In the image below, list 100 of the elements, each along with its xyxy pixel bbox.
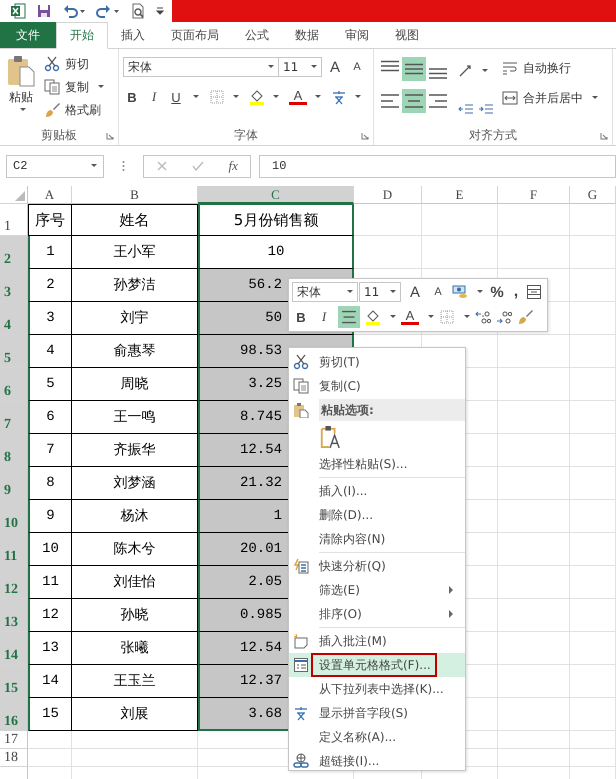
- increase-decimal-icon[interactable]: [496, 309, 512, 325]
- table-cell: 10: [198, 236, 354, 269]
- align-icon[interactable]: [402, 57, 426, 81]
- font-color-button[interactable]: A: [401, 309, 419, 325]
- insert-function-button[interactable]: fx: [228, 158, 238, 174]
- checkmark-icon[interactable]: [192, 160, 204, 172]
- ribbon-tab[interactable]: 数据: [282, 22, 332, 48]
- font-name-dropdown[interactable]: 宋体: [292, 282, 358, 302]
- align-center-icon[interactable]: [338, 305, 360, 329]
- paste-button[interactable]: 粘贴: [4, 55, 38, 125]
- increase-font-button[interactable]: A: [406, 284, 424, 300]
- table-format-icon[interactable]: [526, 284, 542, 300]
- copy-button[interactable]: 复制: [44, 78, 104, 96]
- align-icon[interactable]: [402, 89, 426, 113]
- caret-icon: [91, 164, 97, 168]
- column-header[interactable]: A: [28, 186, 72, 204]
- currency-icon[interactable]: [452, 284, 468, 300]
- print-preview-icon[interactable]: [130, 3, 146, 19]
- italic-button[interactable]: I: [145, 89, 163, 105]
- row-header[interactable]: 2: [0, 236, 28, 269]
- save-icon[interactable]: [36, 3, 52, 19]
- customize-menu-icon[interactable]: [156, 5, 164, 17]
- decrease-font-button[interactable]: A: [429, 286, 447, 298]
- dialog-launcher-icon[interactable]: [600, 132, 608, 140]
- paintbrush-icon[interactable]: [517, 309, 533, 325]
- caret-icon: [390, 290, 396, 294]
- ribbon-tab[interactable]: 审阅: [332, 22, 382, 48]
- row-header[interactable]: 1: [0, 204, 28, 236]
- name-box[interactable]: C2: [6, 154, 104, 178]
- row-header[interactable]: 13: [0, 599, 28, 632]
- dialog-launcher-icon[interactable]: [106, 132, 114, 140]
- comma-style-button[interactable]: ,: [511, 283, 521, 301]
- decrease-font-button[interactable]: A: [348, 61, 366, 73]
- row-header[interactable]: 12: [0, 566, 28, 599]
- font-size-dropdown[interactable]: 11: [359, 282, 401, 302]
- column-header[interactable]: G: [570, 186, 616, 204]
- column-header[interactable]: E: [422, 186, 498, 204]
- row-header[interactable]: 14: [0, 632, 28, 665]
- ribbon-tab[interactable]: 视图: [382, 22, 432, 48]
- bold-button[interactable]: B: [292, 310, 310, 324]
- empty-cell: [570, 566, 616, 599]
- column-header[interactable]: C: [198, 186, 354, 204]
- column-header[interactable]: D: [354, 186, 422, 204]
- menu-item[interactable]: 超链接(I)...: [289, 749, 465, 773]
- cut-button[interactable]: 剪切: [44, 55, 104, 73]
- percent-button[interactable]: %: [488, 284, 506, 300]
- decrease-decimal-icon[interactable]: [475, 309, 491, 325]
- redo-icon[interactable]: [96, 3, 120, 19]
- row-header[interactable]: 17: [0, 731, 28, 749]
- ribbon-tab[interactable]: 页面布局: [158, 22, 232, 48]
- row-header[interactable]: 10: [0, 500, 28, 533]
- underline-button[interactable]: U: [167, 90, 185, 104]
- row-header[interactable]: 15: [0, 665, 28, 698]
- menu-section-header: 粘贴选项:: [319, 399, 465, 421]
- italic-button[interactable]: I: [315, 309, 333, 325]
- empty-cell: [498, 599, 570, 632]
- row-header[interactable]: 16: [0, 698, 28, 731]
- table-cell: 11: [28, 566, 72, 599]
- wrap-text-icon: [502, 60, 518, 76]
- bold-button[interactable]: B: [123, 90, 141, 104]
- undo-icon[interactable]: [62, 3, 86, 19]
- format-painter-button[interactable]: 格式刷: [44, 101, 104, 119]
- table-cell: 15: [28, 698, 72, 731]
- font-name-dropdown[interactable]: 宋体: [123, 57, 279, 77]
- row-header[interactable]: 18: [0, 749, 28, 767]
- row-header[interactable]: 11: [0, 533, 28, 566]
- ribbon-tab[interactable]: 文件: [0, 22, 56, 48]
- empty-cell: [498, 632, 570, 665]
- row-header[interactable]: 5: [0, 335, 28, 368]
- caret-icon: [428, 315, 434, 319]
- paste-values-icon[interactable]: [319, 424, 341, 450]
- empty-cell: [498, 236, 570, 269]
- menu-item[interactable]: 设置单元格格式(F)...: [289, 653, 465, 677]
- merge-center-button[interactable]: 合并后居中: [502, 89, 598, 107]
- empty-cell: [570, 236, 616, 269]
- ribbon-tab[interactable]: 插入: [108, 22, 158, 48]
- row-header[interactable]: 3: [0, 269, 28, 302]
- row-header[interactable]: 6: [0, 368, 28, 401]
- caret-icon: [464, 315, 470, 319]
- ribbon-tab[interactable]: 公式: [232, 22, 282, 48]
- fill-color-icon[interactable]: [249, 89, 265, 105]
- column-header[interactable]: F: [498, 186, 570, 204]
- phonetic-icon[interactable]: [331, 89, 347, 105]
- empty-cell: [570, 434, 616, 467]
- wrap-text-button[interactable]: 自动换行: [502, 59, 598, 77]
- empty-cell: [570, 500, 616, 533]
- font-color-button[interactable]: A: [289, 89, 307, 105]
- row-header[interactable]: 9: [0, 467, 28, 500]
- row-header[interactable]: 8: [0, 434, 28, 467]
- table-cell: 7: [28, 434, 72, 467]
- font-size-dropdown[interactable]: 11: [278, 57, 322, 77]
- border-icon[interactable]: [209, 89, 225, 105]
- ribbon-tab[interactable]: 开始: [56, 22, 108, 49]
- formula-field[interactable]: 10: [259, 154, 616, 178]
- row-header[interactable]: 7: [0, 401, 28, 434]
- dialog-launcher-icon[interactable]: [361, 132, 369, 140]
- border-icon[interactable]: [439, 309, 455, 325]
- fill-color-icon[interactable]: [365, 309, 381, 325]
- increase-font-button[interactable]: A: [326, 58, 344, 76]
- row-header[interactable]: 4: [0, 302, 28, 335]
